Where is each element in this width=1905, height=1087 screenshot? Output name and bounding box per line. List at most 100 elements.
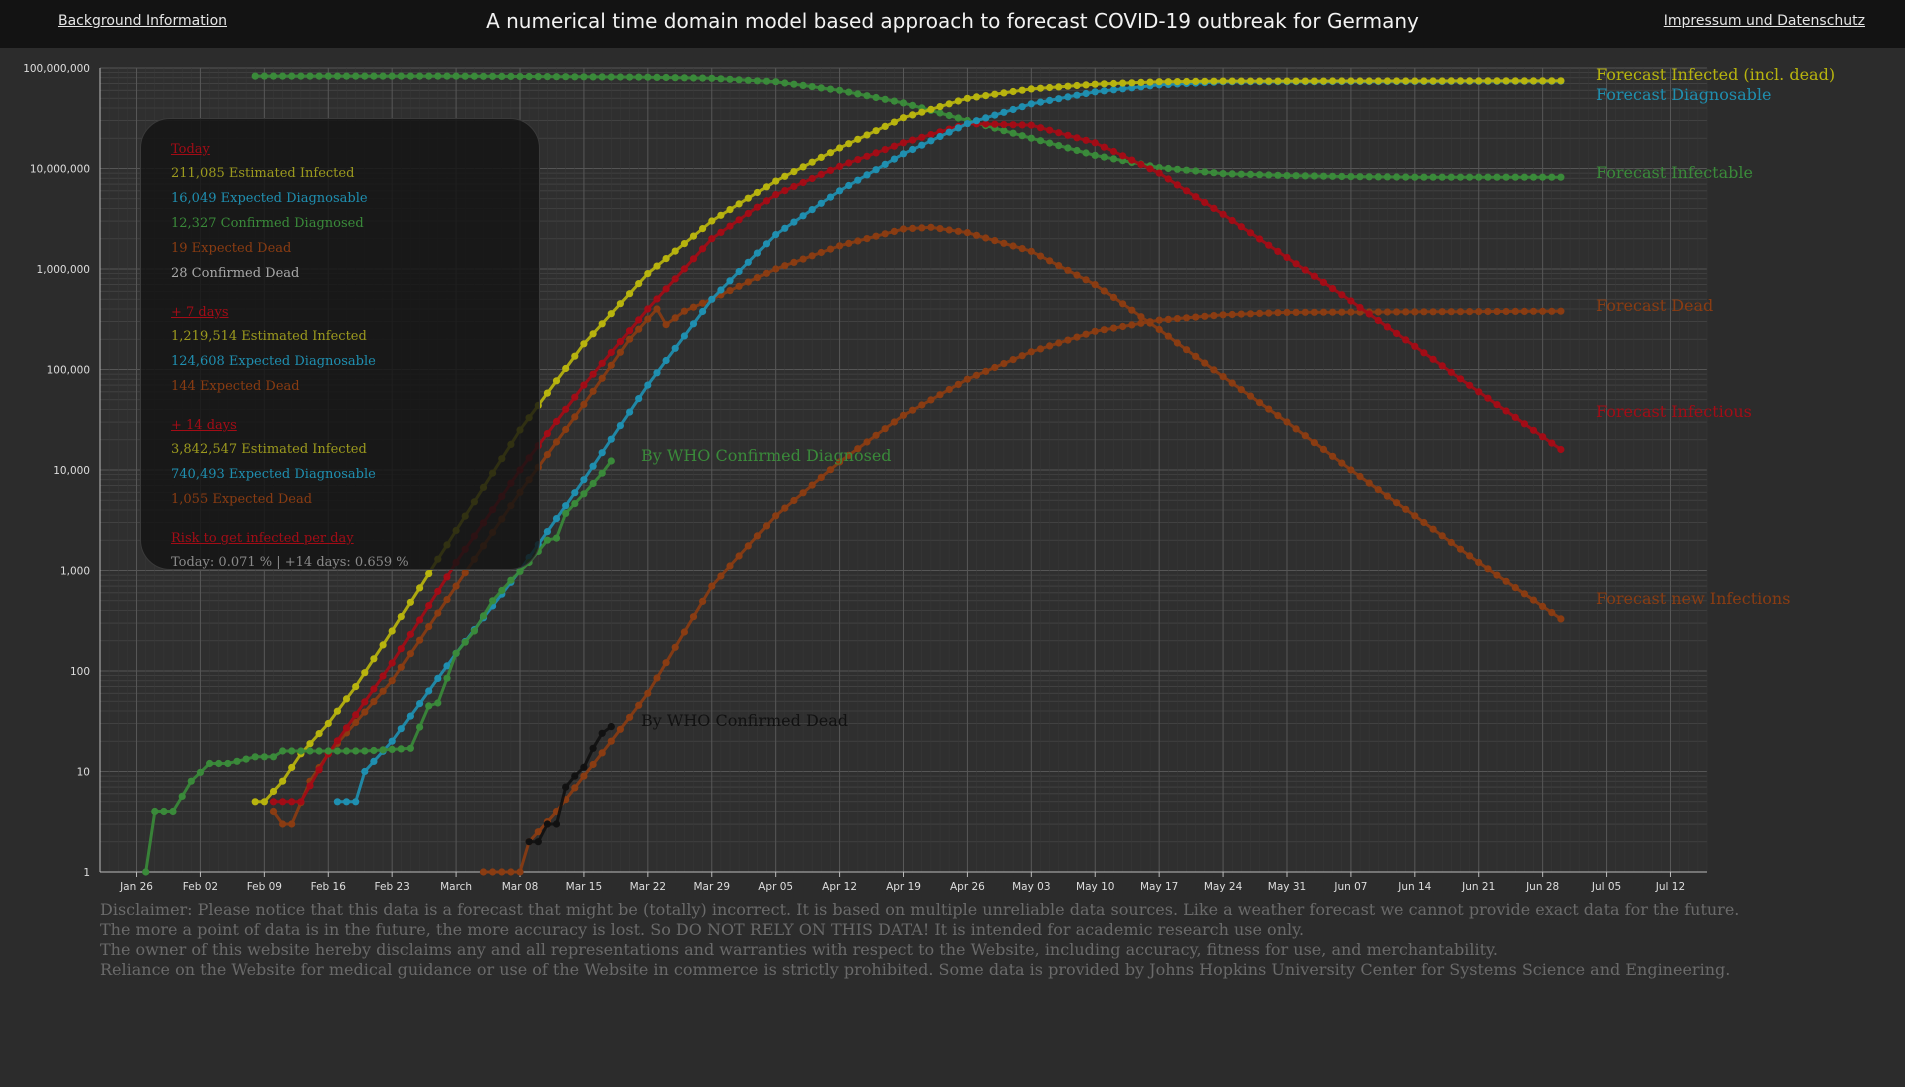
data-point-forecast-new-infections [1475,558,1483,567]
data-point-forecast-infectable [315,72,323,80]
data-point-forecast-dead [662,659,670,667]
data-point-forecast-infected-incl-dead [1046,83,1054,92]
data-point-forecast-diagnosable [370,757,378,766]
data-point-forecast-infectable [580,73,588,81]
data-point-forecast-new-infections [772,265,780,273]
data-point-forecast-infectious [899,139,908,147]
data-point-forecast-infected-incl-dead [954,97,962,105]
disclaimer-line: The more a point of data is in the futur… [100,920,1305,939]
data-point-forecast-infectable [854,90,862,98]
data-point-forecast-infectable [689,74,698,82]
data-point-forecast-infectious [808,174,816,183]
series-label-forecast-new-infections: Forecast new Infections [1596,589,1790,608]
data-point-forecast-infectious [689,255,698,263]
data-point-forecast-infectable [507,72,515,80]
data-point-forecast-infected-incl-dead [342,695,351,703]
data-point-forecast-infectious [1137,160,1145,169]
data-point-forecast-infected-incl-dead [388,627,396,635]
data-point-forecast-infected-incl-dead [288,763,296,772]
data-point-forecast-infectable [863,92,871,100]
data-point-forecast-infectable [671,74,679,82]
disclaimer-line: The owner of this website hereby disclai… [100,940,1498,959]
data-point-forecast-infectious [552,417,561,426]
data-point-forecast-infectable [352,72,360,80]
data-point-forecast-infectious [909,136,917,144]
data-point-forecast-diagnosable [717,286,725,294]
data-point-forecast-new-infections [1347,466,1355,474]
data-point-forecast-dead [1173,315,1181,323]
data-point-forecast-new-infections [269,807,278,816]
data-point-forecast-dead [826,466,835,474]
data-point-forecast-infectious [1356,303,1364,312]
tooltip-line: 1,055 Expected Dead [171,492,313,507]
data-point-forecast-infected-incl-dead [626,290,634,298]
data-point-forecast-infectable [306,72,314,80]
data-point-forecast-infectable [1539,173,1547,181]
data-point-forecast-infectious [1301,266,1309,274]
data-point-forecast-infectious [1511,413,1519,421]
data-point-forecast-new-infections [689,303,698,311]
x-tick-label: Jun 14 [1397,881,1431,893]
data-point-forecast-diagnosable [799,212,807,220]
data-point-forecast-infectable [845,88,853,96]
data-point-forecast-infected-incl-dead [1539,77,1547,85]
data-point-forecast-dead [598,749,606,757]
y-tick-label: 10 [77,767,90,779]
data-point-forecast-infected-incl-dead [927,105,935,113]
data-point-forecast-dead [1256,309,1264,317]
data-point-forecast-infected-incl-dead [699,225,707,233]
data-point-forecast-infectable [1201,168,1209,176]
tooltip-line: 124,608 Expected Diagnosable [171,354,376,369]
data-point-forecast-new-infections [552,438,561,446]
data-point-forecast-infectable [1283,172,1291,180]
data-point-forecast-infectable [1219,170,1227,178]
data-point-forecast-infectious [1365,310,1373,318]
data-point-forecast-infectable [333,72,341,80]
data-point-forecast-diagnosable [936,132,944,141]
data-point-forecast-dead [753,532,762,540]
data-point-forecast-new-infections [644,315,652,323]
data-point-forecast-new-infections [1338,459,1346,467]
data-point-by-who-confirmed-dead [525,838,533,846]
data-point-forecast-infectious [699,245,707,253]
data-point-forecast-new-infections [1539,602,1547,611]
data-point-forecast-infected-incl-dead [1438,77,1446,85]
data-point-forecast-infected-incl-dead [963,94,972,102]
tooltip-gap [171,399,539,407]
data-point-forecast-dead [571,784,579,792]
data-point-forecast-new-infections [808,252,816,260]
data-point-forecast-infectious [1073,134,1081,142]
data-point-forecast-diagnosable [1000,108,1008,116]
data-point-forecast-diagnosable [1046,96,1054,104]
data-point-forecast-infectious [571,393,579,401]
data-point-forecast-infected-incl-dead [571,352,579,360]
data-point-forecast-dead [1210,312,1218,320]
data-point-forecast-infectable [726,75,734,83]
data-point-forecast-diagnosable [416,700,424,708]
data-point-forecast-dead [1055,339,1063,347]
data-point-forecast-new-infections [1082,276,1090,284]
data-point-forecast-dead [1529,307,1538,315]
data-point-forecast-infectable [781,79,789,87]
data-point-forecast-infectious [1329,285,1337,293]
data-point-forecast-dead [1237,310,1245,318]
data-point-forecast-dead [1183,314,1191,322]
data-point-forecast-infected-incl-dead [607,310,615,318]
data-point-forecast-infected-incl-dead [1402,77,1410,85]
data-point-forecast-new-infections [1192,352,1200,360]
data-point-forecast-diagnosable [653,369,661,377]
data-point-forecast-new-infections [1055,262,1063,270]
data-point-forecast-diagnosable [406,712,414,720]
data-point-forecast-infectable [762,77,771,85]
data-point-forecast-infectious [1438,362,1446,370]
data-point-forecast-infected-incl-dead [352,683,360,691]
tooltip-heading: Today [171,142,210,157]
data-point-forecast-infected-incl-dead [1319,77,1328,85]
data-point-forecast-infectable [479,72,488,80]
data-point-forecast-dead [1265,309,1273,317]
data-point-by-who-confirmed-diagnosed [196,768,204,777]
data-point-forecast-new-infections [1511,584,1519,592]
data-point-forecast-infectable [1383,173,1391,181]
data-point-forecast-infectious [708,235,716,243]
data-point-forecast-new-infections [854,237,862,245]
